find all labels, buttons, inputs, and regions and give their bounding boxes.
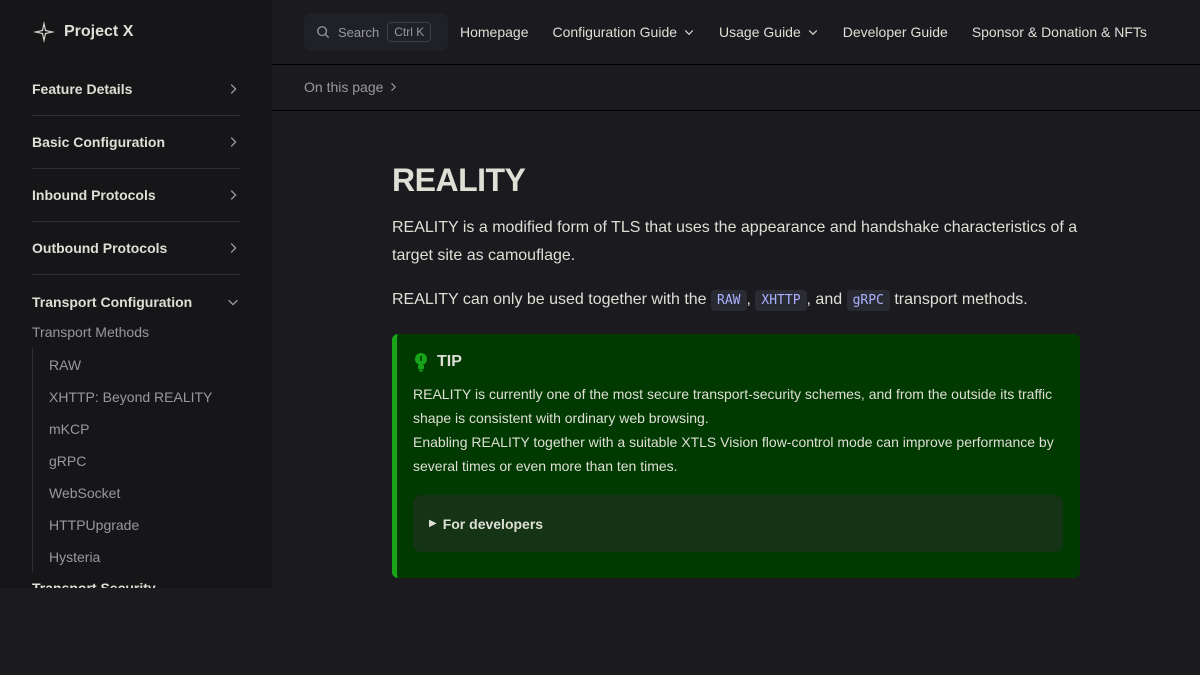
tip-line: REALITY is currently one of the most sec… [413, 386, 1053, 426]
tip-body: REALITY is currently one of the most sec… [413, 382, 1073, 478]
sidebar-group-label: Feature Details [32, 81, 133, 97]
transport-text-pre: REALITY can only be used together with t… [392, 291, 712, 308]
chevron-down-icon [808, 30, 817, 36]
star-logo-icon [33, 21, 55, 43]
chevron-right-icon [230, 84, 237, 94]
local-nav: On this page [272, 65, 1200, 111]
transport-paragraph: REALITY can only be used together with t… [392, 286, 1080, 315]
lightbulb-icon [415, 353, 427, 372]
code-grpc: gRPC [846, 290, 890, 311]
chevron-down-icon [228, 299, 238, 306]
sidebar-group-label: Inbound Protocols [32, 187, 156, 203]
main-content: REALITY REALITY is a modified form of TL… [392, 160, 1080, 315]
sidebar: Project X Feature Details Basic Configur… [0, 0, 272, 588]
on-this-page-label: On this page [304, 79, 384, 95]
sidebar-group-basic-configuration[interactable]: Basic Configuration [32, 116, 240, 169]
sidebar-subheading-transport-methods[interactable]: Transport Methods [32, 324, 149, 340]
code-xhttp: XHTTP [755, 290, 807, 311]
nav-usage-guide[interactable]: Usage Guide [719, 24, 819, 40]
intro-paragraph: REALITY is a modified form of TLS that u… [392, 219, 1078, 264]
search-shortcut-badge: Ctrl K [387, 22, 432, 42]
tip-line: Enabling REALITY together with a suitabl… [413, 434, 1054, 474]
brand[interactable]: Project X [32, 18, 133, 46]
sidebar-item-raw[interactable]: RAW [33, 348, 240, 380]
chevron-down-icon [684, 30, 694, 36]
chevron-right-icon [391, 82, 397, 92]
sidebar-group-transport-configuration[interactable]: Transport Configuration [32, 275, 240, 328]
nav-homepage-label: Homepage [460, 24, 529, 40]
tip-header: TIP [413, 352, 462, 372]
nav-sponsor-label: Sponsor & Donation & NFTs [971, 24, 1147, 40]
details-label: For developers [442, 515, 544, 532]
sidebar-group-transport-security[interactable]: Transport Security [32, 580, 156, 588]
chevron-right-icon [230, 190, 237, 200]
top-nav-links: Homepage Configuration Guide Usage Guide… [460, 0, 1171, 64]
nav-homepage[interactable]: Homepage [460, 24, 529, 40]
tip-callout: TIP REALITY is currently one of the most… [392, 334, 1080, 578]
sidebar-group-feature-details[interactable]: Feature Details [32, 63, 240, 116]
sidebar-item-grpc[interactable]: gRPC [33, 444, 240, 476]
separator: , and [806, 291, 847, 308]
kbd-key: K [416, 25, 425, 39]
nav-sponsor[interactable]: Sponsor & Donation & NFTs [972, 24, 1147, 40]
sidebar-item-hysteria[interactable]: Hysteria [33, 540, 240, 572]
tip-title: TIP [437, 353, 462, 370]
search-icon [317, 26, 330, 39]
sidebar-item-mkcp[interactable]: mKCP [33, 412, 240, 444]
code-raw: RAW [711, 290, 747, 311]
brand-name: Project X [64, 23, 134, 40]
details-for-developers[interactable]: ▶ For developers [413, 495, 1063, 552]
triangle-right-icon: ▶ [429, 518, 437, 529]
transport-text-post: transport methods. [889, 291, 1028, 308]
nav-usage-guide-label: Usage Guide [719, 24, 801, 40]
sidebar-group-label: Basic Configuration [32, 134, 166, 150]
nav-configuration-guide-label: Configuration Guide [552, 24, 678, 40]
page-viewport: Project X Feature Details Basic Configur… [0, 0, 1200, 588]
sidebar-group-inbound-protocols[interactable]: Inbound Protocols [32, 169, 240, 222]
on-this-page-button[interactable]: On this page [304, 79, 399, 95]
chevron-right-icon [230, 243, 237, 253]
sidebar-group-label: Transport Configuration [32, 293, 193, 310]
page-title: REALITY [392, 162, 526, 198]
nav-configuration-guide[interactable]: Configuration Guide [553, 24, 696, 40]
sidebar-item-websocket[interactable]: WebSocket [33, 476, 240, 508]
search-button[interactable]: Search Ctrl K [304, 13, 448, 51]
kbd-ctrl: Ctrl [394, 25, 413, 39]
chevron-right-icon [230, 137, 237, 147]
nav-developer-guide[interactable]: Developer Guide [843, 24, 948, 40]
sidebar-group-label: Outbound Protocols [32, 240, 168, 256]
search-placeholder: Search [338, 24, 380, 40]
nav-developer-guide-label: Developer Guide [842, 24, 948, 40]
sidebar-group-outbound-protocols[interactable]: Outbound Protocols [32, 222, 240, 275]
top-navbar: Search Ctrl K Homepage Configuration Gui… [272, 0, 1200, 65]
sidebar-sublist: RAW XHTTP: Beyond REALITY mKCP gRPC WebS… [32, 348, 240, 572]
sidebar-item-httpupgrade[interactable]: HTTPUpgrade [33, 508, 240, 540]
sidebar-item-xhttp[interactable]: XHTTP: Beyond REALITY [33, 380, 240, 412]
